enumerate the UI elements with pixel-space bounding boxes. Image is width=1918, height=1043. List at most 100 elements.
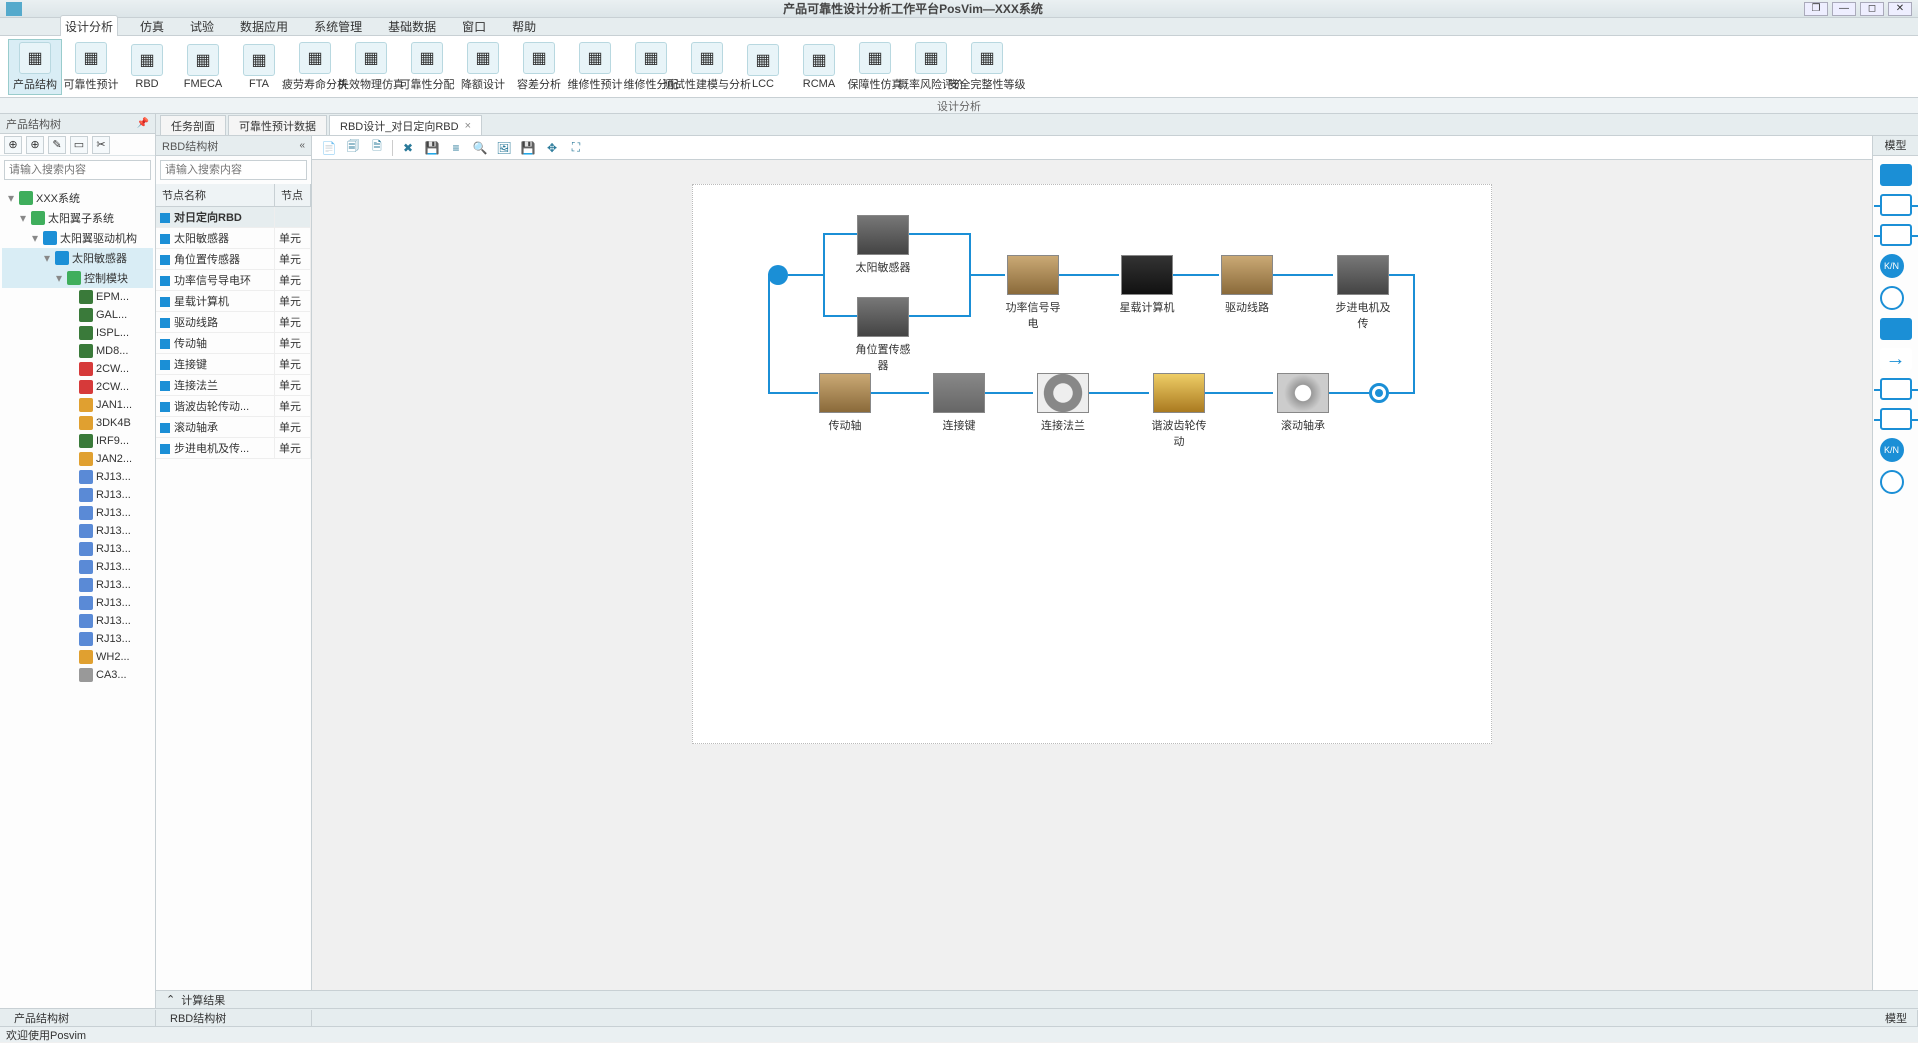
- doc-tab[interactable]: 任务剖面: [160, 115, 226, 135]
- menu-仿真[interactable]: 仿真: [136, 16, 168, 37]
- minimize-button[interactable]: —: [1832, 2, 1856, 16]
- rbd-row[interactable]: 太阳敏感器单元: [156, 228, 311, 249]
- tree-node[interactable]: 3DK4B: [2, 414, 153, 432]
- menu-系统管理[interactable]: 系统管理: [310, 16, 366, 37]
- ribbon-测试性建模与分析[interactable]: ▦测试性建模与分析: [680, 40, 734, 94]
- twisty-icon[interactable]: ▾: [18, 211, 28, 225]
- rbd-row[interactable]: 对日定向RBD: [156, 207, 311, 228]
- rbd-row[interactable]: 星载计算机单元: [156, 291, 311, 312]
- ribbon-可靠性预计[interactable]: ▦可靠性预计: [64, 40, 118, 94]
- rbd-block-步进电机及传[interactable]: 步进电机及传: [1333, 255, 1393, 331]
- bottom-tab-model[interactable]: 模型: [1871, 1010, 1918, 1026]
- palette-item-kn[interactable]: K/N: [1880, 254, 1904, 278]
- doc-tab[interactable]: RBD设计_对日定向RBD×: [329, 115, 482, 135]
- ribbon-RBD[interactable]: ▦RBD: [120, 42, 174, 92]
- twisty-icon[interactable]: ▾: [42, 251, 52, 265]
- tree-node[interactable]: ▾太阳翼子系统: [2, 208, 153, 228]
- wbtn-0[interactable]: ❐: [1804, 2, 1828, 16]
- tree-node[interactable]: RJ13...: [2, 486, 153, 504]
- tree-node[interactable]: RJ13...: [2, 522, 153, 540]
- tree-node[interactable]: RJ13...: [2, 540, 153, 558]
- rbd-end-node[interactable]: [1369, 383, 1389, 403]
- rbd-row[interactable]: 传动轴单元: [156, 333, 311, 354]
- canvas-tool[interactable]: 🖼: [495, 139, 513, 157]
- rbd-row[interactable]: 连接键单元: [156, 354, 311, 375]
- tree-node[interactable]: RJ13...: [2, 504, 153, 522]
- palette-item-circle[interactable]: [1880, 286, 1904, 310]
- tree-node[interactable]: RJ13...: [2, 468, 153, 486]
- ribbon-疲劳寿命分析[interactable]: ▦疲劳寿命分析: [288, 40, 342, 94]
- rbd-row[interactable]: 滚动轴承单元: [156, 417, 311, 438]
- tree-node[interactable]: JAN1...: [2, 396, 153, 414]
- canvas-tool[interactable]: ✖: [399, 139, 417, 157]
- rbd-start-node[interactable]: [768, 265, 788, 285]
- rbd-block-星载计算机[interactable]: 星载计算机: [1117, 255, 1177, 315]
- ribbon-FMECA[interactable]: ▦FMECA: [176, 42, 230, 92]
- ribbon-产品结构[interactable]: ▦产品结构: [8, 39, 62, 95]
- doc-tab[interactable]: 可靠性预计数据: [228, 115, 327, 135]
- ribbon-可靠性分配[interactable]: ▦可靠性分配: [400, 40, 454, 94]
- ribbon-降额设计[interactable]: ▦降额设计: [456, 40, 510, 94]
- tree-node[interactable]: ▾太阳翼驱动机构: [2, 228, 153, 248]
- close-button[interactable]: ✕: [1888, 2, 1912, 16]
- tree-node[interactable]: JAN2...: [2, 450, 153, 468]
- tree-node[interactable]: ▾XXX系统: [2, 188, 153, 208]
- palette-item-stripe[interactable]: [1880, 194, 1912, 216]
- canvas-tool[interactable]: 📄: [320, 139, 338, 157]
- tree-node[interactable]: ISPL...: [2, 324, 153, 342]
- rbd-row[interactable]: 驱动线路单元: [156, 312, 311, 333]
- menu-数据应用[interactable]: 数据应用: [236, 16, 292, 37]
- rbd-block-功率信号导电[interactable]: 功率信号导电: [1003, 255, 1063, 331]
- maximize-button[interactable]: ◻: [1860, 2, 1884, 16]
- menu-窗口[interactable]: 窗口: [458, 16, 490, 37]
- rbd-block-驱动线路[interactable]: 驱动线路: [1217, 255, 1277, 315]
- menu-帮助[interactable]: 帮助: [508, 16, 540, 37]
- palette-item-stripe[interactable]: [1880, 224, 1912, 246]
- tree-node[interactable]: RJ13...: [2, 630, 153, 648]
- tree-tool[interactable]: ⊕: [4, 136, 22, 154]
- canvas-tool[interactable]: 🗎: [368, 139, 386, 157]
- tree-tool[interactable]: ✂: [92, 136, 110, 154]
- palette-item-solid[interactable]: [1880, 164, 1912, 186]
- tree-node[interactable]: RJ13...: [2, 594, 153, 612]
- canvas-tool[interactable]: ⛶: [567, 139, 585, 157]
- palette-item-kn[interactable]: K/N: [1880, 438, 1904, 462]
- pin-icon[interactable]: 📌: [137, 118, 149, 129]
- ribbon-维修性预计[interactable]: ▦维修性预计: [568, 40, 622, 94]
- rbd-block-滚动轴承[interactable]: 滚动轴承: [1273, 373, 1333, 433]
- ribbon-LCC[interactable]: ▦LCC: [736, 42, 790, 92]
- canvas-tool[interactable]: ✥: [543, 139, 561, 157]
- tree-node[interactable]: 2CW...: [2, 360, 153, 378]
- results-tab[interactable]: 计算结果: [181, 992, 225, 1008]
- tree-node[interactable]: ▾控制模块: [2, 268, 153, 288]
- canvas-tool[interactable]: 🔍: [471, 139, 489, 157]
- tree-node[interactable]: RJ13...: [2, 558, 153, 576]
- canvas-tool[interactable]: ≡: [447, 139, 465, 157]
- rbd-row[interactable]: 谐波齿轮传动...单元: [156, 396, 311, 417]
- rbd-block-传动轴[interactable]: 传动轴: [815, 373, 875, 433]
- rbd-block-谐波齿轮传动[interactable]: 谐波齿轮传动: [1149, 373, 1209, 449]
- tree-node[interactable]: IRF9...: [2, 432, 153, 450]
- ribbon-容差分析[interactable]: ▦容差分析: [512, 40, 566, 94]
- menu-基础数据[interactable]: 基础数据: [384, 16, 440, 37]
- rbd-search-input[interactable]: [160, 160, 307, 180]
- palette-item-stripe[interactable]: [1880, 378, 1912, 400]
- menu-试验[interactable]: 试验: [186, 16, 218, 37]
- rbd-block-角位置传感器[interactable]: 角位置传感器: [853, 297, 913, 373]
- tree-node[interactable]: EPM...: [2, 288, 153, 306]
- ribbon-FTA[interactable]: ▦FTA: [232, 42, 286, 92]
- rbd-canvas[interactable]: 太阳敏感器角位置传感器功率信号导电星载计算机驱动线路步进电机及传传动轴连接键连接…: [312, 160, 1872, 990]
- rbd-row[interactable]: 步进电机及传...单元: [156, 438, 311, 459]
- ribbon-失效物理仿真[interactable]: ▦失效物理仿真: [344, 40, 398, 94]
- rbd-row[interactable]: 角位置传感器单元: [156, 249, 311, 270]
- bottom-tab-rbd-tree[interactable]: RBD结构树: [156, 1010, 312, 1026]
- tree-node[interactable]: 2CW...: [2, 378, 153, 396]
- tree-node[interactable]: RJ13...: [2, 612, 153, 630]
- tree-tool[interactable]: ✎: [48, 136, 66, 154]
- ribbon-RCMA[interactable]: ▦RCMA: [792, 42, 846, 92]
- tree-tool[interactable]: ⊕: [26, 136, 44, 154]
- palette-item-circle[interactable]: [1880, 470, 1904, 494]
- ribbon-安全完整性等级[interactable]: ▦安全完整性等级: [960, 40, 1014, 94]
- tree-node[interactable]: ▾太阳敏感器: [2, 248, 153, 268]
- canvas-tool[interactable]: 💾: [519, 139, 537, 157]
